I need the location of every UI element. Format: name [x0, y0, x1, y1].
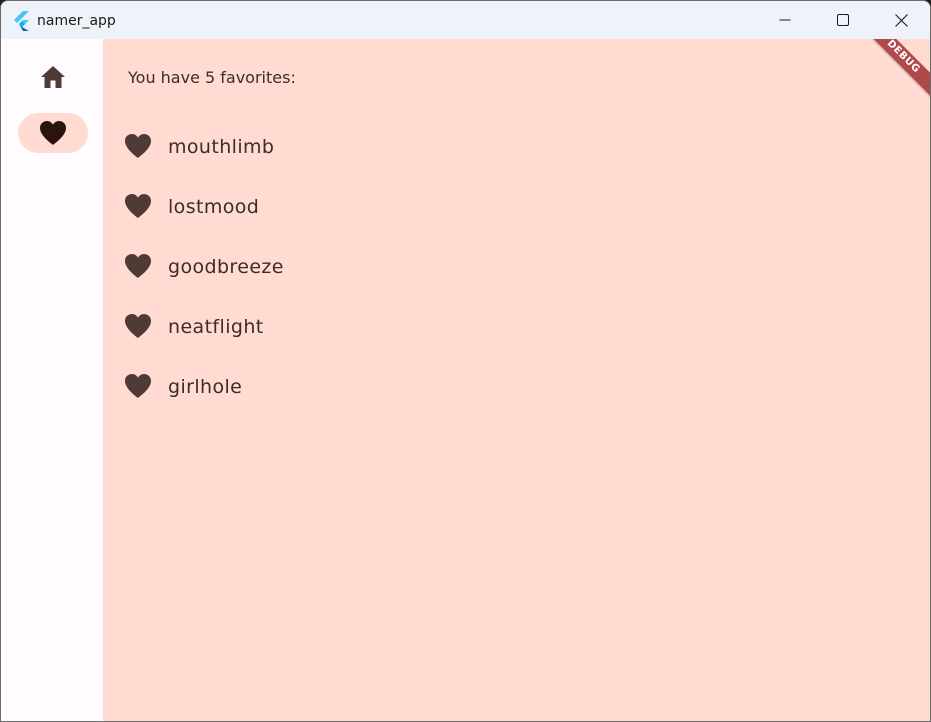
close-icon	[894, 13, 908, 27]
home-icon	[41, 66, 65, 88]
nav-favorites-button[interactable]	[18, 113, 88, 153]
heart-icon	[125, 194, 151, 218]
minimize-icon	[779, 19, 791, 21]
heart-icon	[125, 314, 151, 338]
favorites-list: mouthlimb lostmood goodbreeze neatflight	[103, 117, 703, 417]
minimize-button[interactable]	[756, 1, 814, 39]
list-item[interactable]: girlhole	[103, 357, 703, 417]
favorite-word: girlhole	[168, 376, 243, 398]
list-item[interactable]: goodbreeze	[103, 237, 703, 297]
heart-icon	[125, 374, 151, 398]
favorites-page: You have 5 favorites: mouthlimb lostmood…	[103, 39, 930, 721]
favorites-count-text: You have 5 favorites:	[128, 68, 296, 87]
debug-banner: DEBUG	[858, 39, 930, 102]
favorite-word: lostmood	[168, 196, 260, 218]
maximize-icon	[837, 14, 849, 26]
heart-icon	[40, 121, 66, 145]
navigation-rail	[2, 39, 103, 721]
app-window: namer_app You have 5 favorites: mouthlim…	[0, 0, 931, 722]
favorite-word: mouthlimb	[168, 136, 275, 158]
window-title: namer_app	[37, 13, 116, 29]
list-item[interactable]: mouthlimb	[103, 117, 703, 177]
title-bar[interactable]: namer_app	[1, 1, 930, 39]
close-button[interactable]	[872, 1, 930, 39]
list-item[interactable]: lostmood	[103, 177, 703, 237]
maximize-button[interactable]	[814, 1, 872, 39]
heart-icon	[125, 134, 151, 158]
heart-icon	[125, 254, 151, 278]
nav-home-button[interactable]	[18, 57, 88, 97]
favorite-word: goodbreeze	[168, 256, 284, 278]
flutter-logo-icon	[14, 11, 29, 31]
favorite-word: neatflight	[168, 316, 264, 338]
list-item[interactable]: neatflight	[103, 297, 703, 357]
